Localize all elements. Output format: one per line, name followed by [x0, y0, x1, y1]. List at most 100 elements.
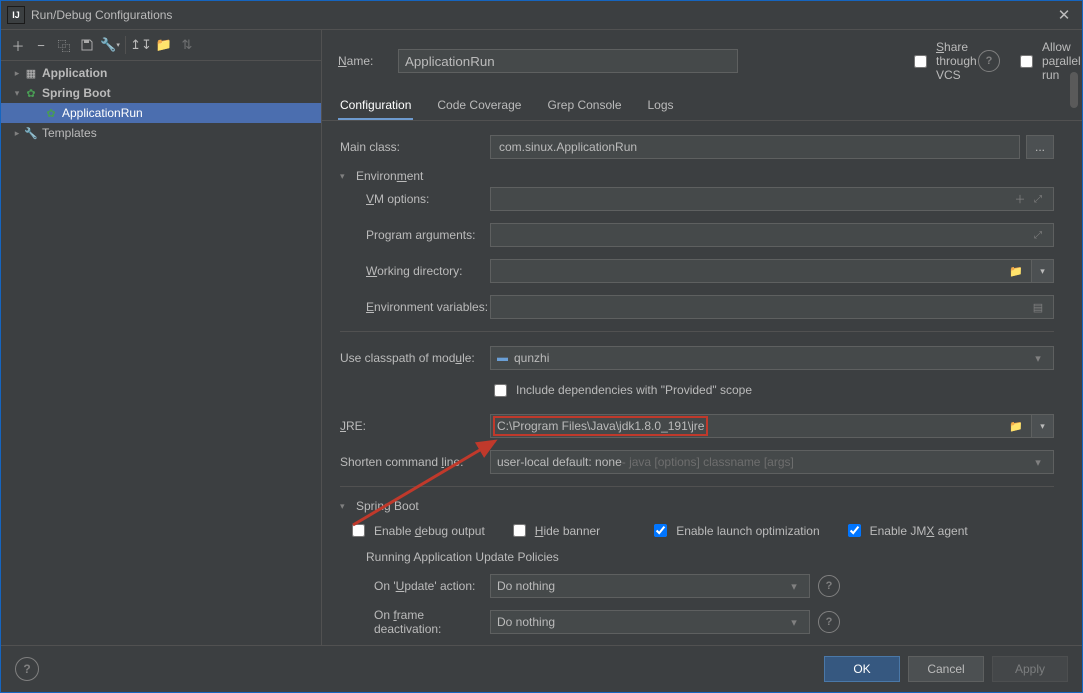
expand-icon[interactable]: ⤢ [1029, 194, 1047, 205]
row-jre: JRE: C:\Program Files\Java\jdk1.8.0_191\… [340, 412, 1054, 440]
cancel-button[interactable]: Cancel [908, 656, 984, 682]
titlebar: IJ Run/Debug Configurations ✕ [1, 1, 1082, 30]
jre-input[interactable]: C:\Program Files\Java\jdk1.8.0_191\jre 📁 [490, 414, 1032, 438]
share-vcs-checkbox[interactable]: Share through VCS [910, 40, 960, 82]
row-on-update: On 'Update' action: Do nothing ▾ ? [340, 572, 1054, 600]
spring-boot-icon: ✿ [43, 107, 59, 120]
copy-icon[interactable]: ⿻ [53, 34, 75, 56]
browse-main-class-button[interactable]: ... [1026, 135, 1054, 159]
tree-applicationrun[interactable]: ✿ ApplicationRun [1, 103, 321, 123]
tree-application[interactable]: ▸ ▦ Application [1, 63, 321, 83]
row-vm-options: VM options: ＋ ⤢ [340, 185, 1054, 213]
chevron-right-icon: ▸ [11, 68, 23, 79]
name-input[interactable] [398, 49, 738, 73]
on-frame-help-icon[interactable]: ? [818, 611, 840, 633]
save-icon[interactable] [76, 34, 98, 56]
section-spring-boot[interactable]: ▾ Spring Boot [340, 499, 1054, 513]
row-program-args: Program arguments: ⤢ [340, 221, 1054, 249]
close-icon[interactable]: ✕ [1052, 6, 1076, 24]
row-env-vars: Environment variables: ▤ [340, 293, 1054, 321]
classpath-combo[interactable]: ▬ qunzhi ▾ [490, 346, 1054, 370]
jre-dropdown[interactable]: ▾ [1032, 414, 1054, 438]
tree-templates[interactable]: ▸ 🔧 Templates [1, 123, 321, 143]
row-working-dir: Working directory: 📁 ▾ [340, 257, 1054, 285]
chevron-right-icon: ▸ [11, 128, 23, 139]
enable-debug-checkbox[interactable]: Enable debug output [348, 521, 485, 540]
folder-icon[interactable]: 📁 [1007, 420, 1025, 433]
row-on-frame: On frame deactivation: Do nothing ▾ ? [340, 608, 1054, 636]
separator [125, 36, 126, 54]
folder-icon[interactable]: 📁 [1007, 265, 1025, 278]
include-deps-checkbox[interactable]: Include dependencies with "Provided" sco… [490, 381, 752, 400]
chevron-down-icon[interactable]: ▾ [1029, 456, 1047, 469]
tree-label: Spring Boot [42, 86, 111, 100]
shorten-value: user-local default: none [497, 455, 622, 469]
row-shorten: Shorten command line: user-local default… [340, 448, 1054, 476]
working-dir-dropdown[interactable]: ▾ [1032, 259, 1054, 283]
chevron-down-icon[interactable]: ▾ [1029, 352, 1047, 365]
label-working-dir: Working directory: [340, 264, 490, 278]
config-tree[interactable]: ▸ ▦ Application ▾ ✿ Spring Boot ✿ Applic… [1, 61, 321, 645]
chevron-down-icon[interactable]: ▾ [785, 580, 803, 593]
vm-options-input[interactable]: ＋ ⤢ [490, 187, 1054, 211]
allow-parallel-checkbox[interactable]: Allow parallel run [1016, 40, 1066, 82]
tab-code-coverage[interactable]: Code Coverage [435, 92, 523, 120]
app-logo-icon: IJ [7, 6, 25, 24]
section-environment[interactable]: ▾ Environment [340, 169, 1054, 183]
help-icon[interactable]: ? [15, 657, 39, 681]
hide-banner-checkbox[interactable]: Hide banner [509, 521, 600, 540]
on-update-value: Do nothing [497, 579, 555, 593]
label-classpath: Use classpath of module: [340, 351, 490, 365]
tab-configuration[interactable]: Configuration [338, 92, 413, 120]
working-dir-input[interactable]: 📁 [490, 259, 1032, 283]
tree-label: Templates [42, 126, 97, 140]
wrench-icon[interactable]: 🔧▾ [99, 34, 121, 56]
env-vars-input[interactable]: ▤ [490, 295, 1054, 319]
run-debug-configurations-window: IJ Run/Debug Configurations ✕ ＋ − ⿻ 🔧▾ ↥… [0, 0, 1083, 693]
label-main-class: Main class: [340, 140, 490, 154]
tab-logs[interactable]: Logs [646, 92, 676, 120]
enable-launch-checkbox[interactable]: Enable launch optimization [650, 521, 819, 540]
main-class-input[interactable] [490, 135, 1020, 159]
chevron-down-icon: ▾ [340, 501, 356, 512]
list-icon[interactable]: ▤ [1029, 301, 1047, 314]
label-program-args: Program arguments: [340, 228, 490, 242]
add-icon[interactable]: ＋ [7, 34, 29, 56]
jre-value: C:\Program Files\Java\jdk1.8.0_191\jre [497, 419, 704, 433]
expand-icon[interactable]: ⤢ [1029, 230, 1047, 241]
collapse-icon[interactable]: ↥↧ [130, 34, 152, 56]
tree-label: ApplicationRun [62, 106, 143, 120]
on-frame-combo[interactable]: Do nothing ▾ [490, 610, 810, 634]
shorten-hint: - java [options] classname [args] [622, 455, 794, 469]
label-on-update: On 'Update' action: [340, 579, 490, 593]
main-split: ＋ − ⿻ 🔧▾ ↥↧ 📁 ⇅ ▸ ▦ Application [1, 30, 1082, 645]
share-vcs-help-icon[interactable]: ? [978, 50, 1000, 72]
tab-grep-console[interactable]: Grep Console [545, 92, 623, 120]
chevron-down-icon[interactable]: ▾ [785, 616, 803, 629]
label-env-vars: Environment variables: [340, 300, 490, 314]
subhead-policies: Running Application Update Policies [340, 550, 1054, 564]
folder-icon[interactable]: 📁 [153, 34, 175, 56]
on-update-combo[interactable]: Do nothing ▾ [490, 574, 810, 598]
scrollbar[interactable] [1070, 72, 1078, 641]
form-scroll[interactable]: Main class: ... ▾ Environment VM options… [322, 121, 1082, 645]
scrollbar-thumb[interactable] [1070, 72, 1078, 108]
shorten-combo[interactable]: user-local default: none - java [options… [490, 450, 1054, 474]
on-update-help-icon[interactable]: ? [818, 575, 840, 597]
ok-button[interactable]: OK [824, 656, 900, 682]
label-include-deps: Include dependencies with "Provided" sco… [516, 383, 752, 397]
spring-boot-icon: ✿ [23, 87, 39, 100]
application-icon: ▦ [23, 67, 39, 80]
footer: ? OK Cancel Apply [1, 645, 1082, 692]
checkrow-spring: Enable debug output Hide banner Enable l… [340, 521, 1054, 540]
order-icon[interactable]: ⇅ [176, 34, 198, 56]
tree-spring-boot[interactable]: ▾ ✿ Spring Boot [1, 83, 321, 103]
plus-icon[interactable]: ＋ [1011, 191, 1029, 207]
enable-jmx-checkbox[interactable]: Enable JMX agent [844, 521, 968, 540]
jre-highlight: C:\Program Files\Java\jdk1.8.0_191\jre [493, 416, 708, 436]
detail-panel: Name: Share through VCS ? Allow parallel… [322, 30, 1082, 645]
remove-icon[interactable]: − [30, 34, 52, 56]
apply-button[interactable]: Apply [992, 656, 1068, 682]
program-args-input[interactable]: ⤢ [490, 223, 1054, 247]
label-vm-options: VM options: [340, 192, 490, 206]
